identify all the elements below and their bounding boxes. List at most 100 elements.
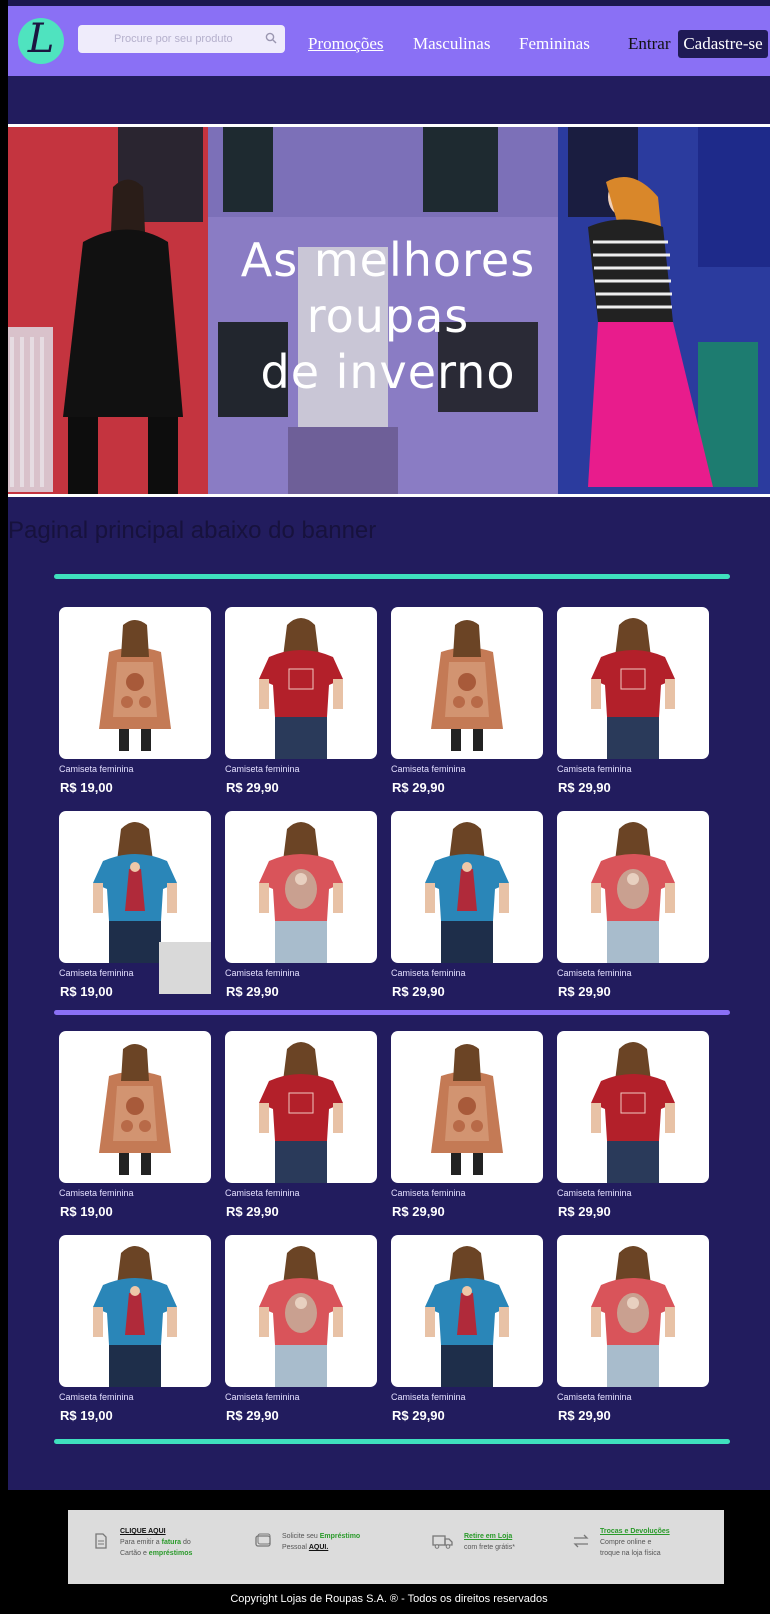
product-name[interactable]: Camiseta feminina — [59, 968, 134, 978]
nav-promocoes[interactable]: Promoções — [308, 34, 384, 54]
product-price: R$ 29,90 — [226, 1408, 279, 1423]
sub-header-bar — [8, 76, 770, 124]
main-title: Paginal principal abaixo do banner — [8, 517, 377, 544]
product-name[interactable]: Camiseta feminina — [557, 764, 632, 774]
product-price: R$ 29,90 — [558, 1408, 611, 1423]
service-retire-loja[interactable]: Retire em Loja com frete grátis* — [432, 1526, 515, 1553]
product-price: R$ 29,90 — [226, 1204, 279, 1219]
product-card[interactable]: Camiseta feminina R$ 29,90 — [391, 1235, 543, 1435]
truck-icon — [432, 1535, 453, 1549]
service-fatura-highlight: fatura — [161, 1539, 182, 1546]
product-image[interactable] — [59, 1235, 211, 1387]
product-image[interactable] — [557, 811, 709, 963]
product-image[interactable] — [59, 811, 211, 963]
product-image[interactable] — [225, 1031, 377, 1183]
service-trocas-text-2: troque na loja física — [600, 1550, 661, 1557]
product-card[interactable]: Camiseta feminina R$ 29,90 — [391, 811, 543, 1011]
service-emprestimo-text: Solicite seu — [282, 1533, 320, 1540]
product-name[interactable]: Camiseta feminina — [557, 1392, 632, 1402]
search-input[interactable] — [78, 25, 258, 53]
service-trocas[interactable]: Trocas e Devoluções Compre online e troq… — [572, 1526, 670, 1559]
product-name[interactable]: Camiseta feminina — [391, 764, 466, 774]
product-name[interactable]: Camiseta feminina — [391, 1188, 466, 1198]
placeholder-box — [159, 942, 211, 994]
product-price: R$ 29,90 — [392, 1408, 445, 1423]
divider-teal-bottom — [54, 1439, 730, 1444]
nav-femininas[interactable]: Femininas — [519, 34, 590, 54]
login-link[interactable]: Entrar — [628, 34, 670, 54]
product-name[interactable]: Camiseta feminina — [225, 968, 300, 978]
signup-button[interactable]: Cadastre-se — [678, 30, 768, 58]
product-card[interactable]: Camiseta feminina R$ 29,90 — [557, 1235, 709, 1435]
product-image[interactable] — [225, 1235, 377, 1387]
service-fatura[interactable]: CLIQUE AQUI Para emitir a fatura do Cart… — [92, 1526, 192, 1559]
product-card[interactable]: Camiseta feminina R$ 29,90 — [557, 607, 709, 807]
product-price: R$ 29,90 — [558, 1204, 611, 1219]
product-card[interactable]: Camiseta feminina R$ 29,90 — [557, 811, 709, 1011]
product-name[interactable]: Camiseta feminina — [59, 1392, 134, 1402]
product-card[interactable]: Camiseta feminina R$ 29,90 — [557, 1031, 709, 1231]
nav-masculinas[interactable]: Masculinas — [413, 34, 490, 54]
product-image[interactable] — [557, 607, 709, 759]
service-fatura-text-end: do — [181, 1539, 191, 1546]
product-price: R$ 19,00 — [60, 984, 113, 999]
logo[interactable]: L — [18, 18, 64, 64]
service-fatura-title: CLIQUE AQUI — [120, 1528, 166, 1535]
banner-line-3: de inverno — [260, 345, 516, 399]
main-content: Paginal principal abaixo do banner Camis… — [8, 497, 770, 1490]
product-image[interactable] — [391, 607, 543, 759]
product-name[interactable]: Camiseta feminina — [557, 1188, 632, 1198]
service-trocas-title: Trocas e Devoluções — [600, 1528, 670, 1535]
product-card[interactable]: Camiseta feminina R$ 29,90 — [391, 607, 543, 807]
product-image[interactable] — [391, 1235, 543, 1387]
product-name[interactable]: Camiseta feminina — [225, 1392, 300, 1402]
product-image[interactable] — [59, 1031, 211, 1183]
product-card[interactable]: Camiseta feminina R$ 29,90 — [225, 1031, 377, 1231]
search-box — [78, 25, 285, 53]
product-card[interactable]: Camiseta feminina R$ 19,00 — [59, 1031, 211, 1231]
product-name[interactable]: Camiseta feminina — [225, 764, 300, 774]
product-price: R$ 29,90 — [226, 780, 279, 795]
product-price: R$ 29,90 — [558, 780, 611, 795]
product-card[interactable]: Camiseta feminina R$ 29,90 — [225, 607, 377, 807]
product-card[interactable]: Camiseta feminina R$ 19,00 — [59, 1235, 211, 1435]
banner-headline: As melhores roupas de inverno — [208, 232, 568, 400]
service-fatura-highlight-2: empréstimos — [148, 1550, 193, 1557]
product-price: R$ 19,00 — [60, 1204, 113, 1219]
product-price: R$ 29,90 — [392, 984, 445, 999]
product-card[interactable]: Camiseta feminina R$ 29,90 — [225, 1235, 377, 1435]
product-name[interactable]: Camiseta feminina — [391, 968, 466, 978]
product-image[interactable] — [391, 1031, 543, 1183]
search-icon[interactable] — [265, 32, 277, 44]
product-image[interactable] — [225, 607, 377, 759]
product-card[interactable]: Camiseta feminina R$ 29,90 — [391, 1031, 543, 1231]
product-name[interactable]: Camiseta feminina — [225, 1188, 300, 1198]
product-image[interactable] — [557, 1031, 709, 1183]
service-trocas-text: Compre online e — [600, 1539, 652, 1546]
product-grid-2: Camiseta feminina R$ 19,00 Camiseta femin… — [59, 1031, 725, 1431]
product-card[interactable]: Camiseta feminina R$ 29,90 — [225, 811, 377, 1011]
hero-banner[interactable]: As melhores roupas de inverno — [8, 124, 770, 497]
product-name[interactable]: Camiseta feminina — [391, 1392, 466, 1402]
header: L Promoções Masculinas Femininas Entrar … — [8, 6, 770, 76]
service-emprestimo-text-2: Pessoal — [282, 1544, 309, 1551]
product-image[interactable] — [59, 607, 211, 759]
product-card[interactable]: Camiseta feminina R$ 19,00 — [59, 607, 211, 807]
product-price: R$ 19,00 — [60, 780, 113, 795]
divider-purple — [54, 1010, 730, 1015]
document-icon — [95, 1533, 107, 1549]
product-name[interactable]: Camiseta feminina — [59, 1188, 134, 1198]
product-price: R$ 29,90 — [392, 780, 445, 795]
logo-letter: L — [27, 16, 55, 62]
service-retire-loja-title: Retire em Loja — [464, 1533, 513, 1540]
service-fatura-text-2: Cartão e — [120, 1550, 149, 1557]
service-fatura-text: Para emitir a — [120, 1539, 162, 1546]
product-name[interactable]: Camiseta feminina — [557, 968, 632, 978]
product-image[interactable] — [391, 811, 543, 963]
product-name[interactable]: Camiseta feminina — [59, 764, 134, 774]
product-image[interactable] — [225, 811, 377, 963]
service-emprestimo-link: AQUI. — [308, 1544, 329, 1551]
service-emprestimo[interactable]: Solicite seu Empréstimo Pessoal AQUI. — [254, 1526, 360, 1553]
product-image[interactable] — [557, 1235, 709, 1387]
banner-line-1: As melhores — [240, 233, 536, 287]
